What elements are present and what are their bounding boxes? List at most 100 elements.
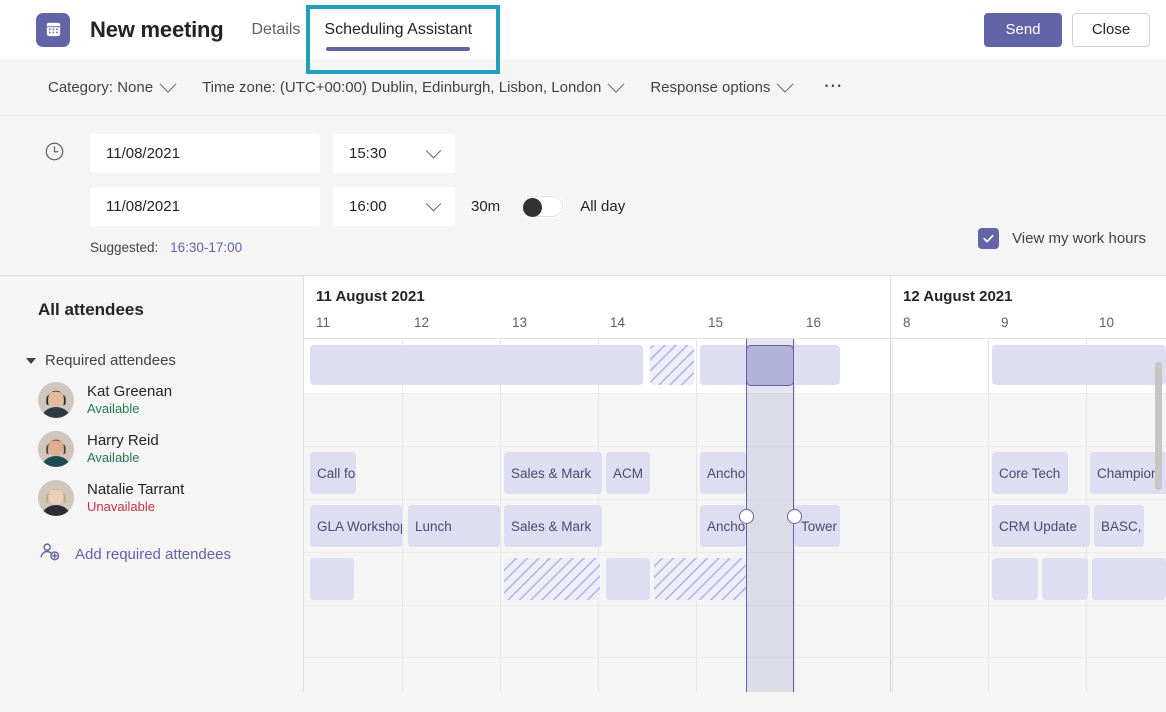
calendar-event[interactable]: Anchor (700, 452, 746, 494)
grid-line (892, 606, 893, 657)
hour-label: 8 (903, 315, 911, 330)
required-attendees-group[interactable]: Required attendees (0, 320, 303, 369)
selection-handle-start[interactable] (739, 509, 754, 524)
collapse-triangle-icon (26, 358, 36, 364)
day-header: 11 August 2021111213141516 (304, 276, 890, 339)
calendar-event[interactable]: GLA Workshop (310, 505, 402, 547)
calendar-event[interactable] (1042, 558, 1088, 600)
grid-line (696, 339, 697, 393)
start-time-select[interactable]: 15:30 (333, 134, 455, 173)
grid-line (696, 500, 697, 552)
hour-label: 15 (708, 315, 723, 330)
grid-line (402, 500, 403, 552)
attendee-name: Natalie Tarrant (87, 481, 184, 500)
header-actions: Send Close (984, 13, 1150, 47)
grid-line (988, 553, 989, 605)
grid-line (890, 339, 891, 393)
attendee-list: Kat GreenanAvailable Harry ReidAvailable N… (0, 382, 303, 516)
calendar-event[interactable] (504, 558, 600, 600)
grid-line (500, 606, 501, 657)
time-selection-block (746, 345, 794, 386)
attendee-name: Harry Reid (87, 432, 159, 451)
availability-row[interactable]: GLA WorkshopLunchSales & Mark Anchor Tower… (304, 500, 1166, 553)
calendar-event[interactable] (654, 558, 746, 600)
grid-line (1086, 658, 1087, 692)
attendee-row[interactable]: Harry ReidAvailable (0, 431, 303, 467)
grid-line (794, 553, 795, 605)
more-options-icon[interactable]: ⋯ (819, 81, 848, 92)
grid-line (696, 394, 697, 446)
grid-line (890, 658, 891, 692)
chevron-down-icon (426, 143, 442, 159)
avatar (38, 480, 74, 516)
calendar-event[interactable] (992, 558, 1038, 600)
selection-handle-end[interactable] (787, 509, 802, 524)
calendar-event[interactable]: Anchor (700, 505, 746, 547)
category-dropdown[interactable]: Category: None (48, 79, 174, 96)
response-options-label: Response options (650, 79, 770, 96)
add-required-attendees-button[interactable]: Add required attendees (0, 542, 303, 566)
calendar-event[interactable]: Lunch (408, 505, 500, 547)
window-header: New meeting Details Scheduling Assistant… (0, 0, 1166, 59)
availability-row[interactable] (304, 553, 1166, 606)
grid-line (890, 553, 891, 605)
calendar-event[interactable]: Tower (794, 505, 840, 547)
view-work-hours-label: View my work hours (1012, 230, 1146, 247)
calendar-event[interactable]: Sales & Mark (504, 505, 602, 547)
grid-line (988, 339, 989, 393)
grid-line (890, 447, 891, 499)
attendee-row[interactable]: Natalie TarrantUnavailable (0, 480, 303, 516)
timezone-dropdown[interactable]: Time zone: (UTC+00:00) Dublin, Edinburgh… (202, 79, 622, 96)
calendar-event[interactable] (1092, 558, 1166, 600)
availability-row[interactable] (304, 339, 1166, 394)
hour-label: 9 (1001, 315, 1009, 330)
calendar-icon (36, 13, 70, 47)
attendee-name: Kat Greenan (87, 383, 172, 402)
calendar-event[interactable] (310, 345, 643, 385)
suggested-label: Suggested: (90, 240, 158, 255)
send-button[interactable]: Send (984, 13, 1062, 47)
calendar-event[interactable]: Core Tech (992, 452, 1068, 494)
all-day-label: All day (580, 198, 625, 215)
calendar-event[interactable]: Call fo (310, 452, 356, 494)
required-attendees-label: Required attendees (45, 352, 176, 369)
meeting-options-bar: Category: None Time zone: (UTC+00:00) Du… (0, 59, 1166, 116)
chevron-down-icon (160, 76, 177, 93)
calendar-event[interactable]: CRM Update (992, 505, 1090, 547)
calendar-event[interactable]: BASC, (1094, 505, 1144, 547)
calendar-event[interactable] (310, 558, 354, 600)
calendar-event[interactable]: ACM (606, 452, 650, 494)
response-options-dropdown[interactable]: Response options (650, 79, 791, 96)
calendar-event[interactable] (992, 345, 1166, 385)
grid-line (500, 658, 501, 692)
end-date-input[interactable]: 11/08/2021 (90, 187, 320, 226)
day-title: 12 August 2021 (891, 276, 1166, 305)
chevron-down-icon (777, 76, 794, 93)
availability-row[interactable] (304, 606, 1166, 658)
start-date-input[interactable]: 11/08/2021 (90, 134, 320, 173)
attendee-row[interactable]: Kat GreenanAvailable (0, 382, 303, 418)
vertical-scrollbar[interactable] (1155, 362, 1162, 490)
start-datetime-row: 11/08/2021 15:30 (44, 134, 1166, 173)
calendar-event[interactable]: Sales & Mark (504, 452, 602, 494)
suggested-value[interactable]: 16:30-17:00 (170, 240, 242, 255)
calendar-event[interactable] (606, 558, 650, 600)
calendar-event[interactable] (650, 345, 694, 385)
tab-details[interactable]: Details (240, 0, 313, 59)
availability-row[interactable] (304, 658, 1166, 692)
availability-row[interactable] (304, 394, 1166, 447)
grid-line (402, 553, 403, 605)
all-day-toggle[interactable] (520, 195, 564, 218)
view-work-hours-checkbox[interactable]: View my work hours (978, 228, 1146, 249)
availability-row[interactable]: Call foSales & MarkACMAnchorCore TechCha… (304, 447, 1166, 500)
close-button[interactable]: Close (1072, 13, 1150, 47)
attendee-info: Natalie TarrantUnavailable (87, 481, 184, 516)
avatar (38, 431, 74, 467)
chevron-down-icon (426, 196, 442, 212)
grid-line (500, 500, 501, 552)
grid-line (892, 447, 893, 499)
end-time-select[interactable]: 16:00 (333, 187, 455, 226)
tab-scheduling-assistant[interactable]: Scheduling Assistant (312, 0, 484, 59)
attendee-info: Kat GreenanAvailable (87, 383, 172, 418)
grid-line (1086, 394, 1087, 446)
